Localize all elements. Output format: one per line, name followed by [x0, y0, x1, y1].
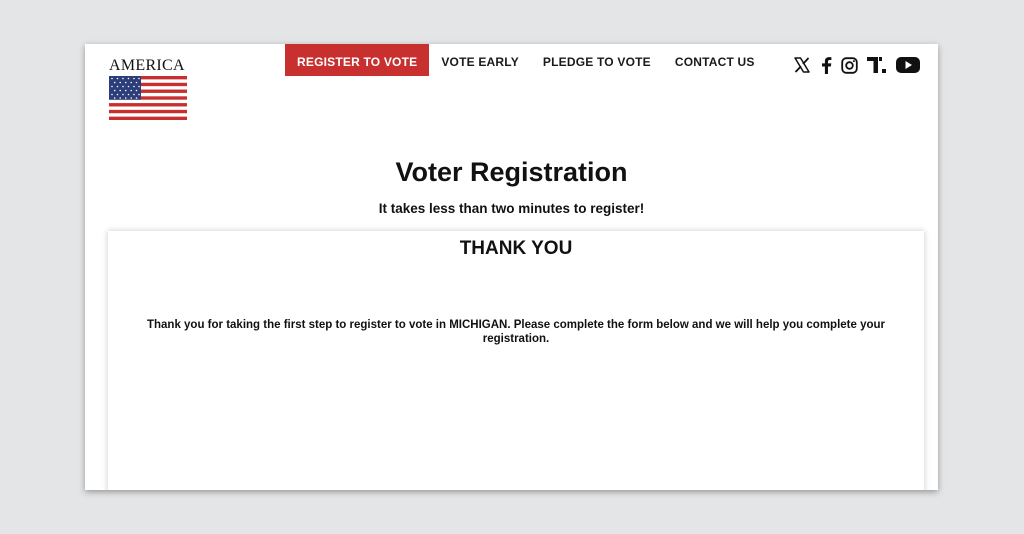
- us-flag-icon: [109, 76, 187, 120]
- page-subtitle: It takes less than two minutes to regist…: [378, 201, 645, 216]
- site-logo[interactable]: AMERICA: [109, 58, 189, 120]
- nav-pledge-to-vote[interactable]: PLEDGE TO VOTE: [531, 44, 663, 76]
- logo-text: AMERICA: [109, 57, 185, 74]
- card-message: Thank you for taking the first step to r…: [146, 319, 886, 345]
- social-links: [793, 56, 929, 74]
- browser-page: AMERICA REGISTER TO VOTE VOTE EARLY PLED: [85, 44, 938, 490]
- youtube-icon[interactable]: [896, 56, 920, 74]
- nav-vote-early[interactable]: VOTE EARLY: [429, 44, 531, 76]
- instagram-icon[interactable]: [841, 56, 858, 74]
- nav-contact-us[interactable]: CONTACT US: [663, 44, 767, 76]
- thank-you-card: THANK YOU Thank you for taking the first…: [108, 231, 924, 490]
- nav-register-to-vote[interactable]: REGISTER TO VOTE: [285, 44, 430, 76]
- truth-social-icon[interactable]: [867, 56, 887, 74]
- main-nav: REGISTER TO VOTE VOTE EARLY PLEDGE TO VO…: [285, 44, 767, 76]
- card-title: THANK YOU: [459, 238, 573, 259]
- x-icon[interactable]: [793, 56, 811, 74]
- facebook-icon[interactable]: [820, 56, 832, 74]
- page-title: Voter Registration: [395, 157, 628, 187]
